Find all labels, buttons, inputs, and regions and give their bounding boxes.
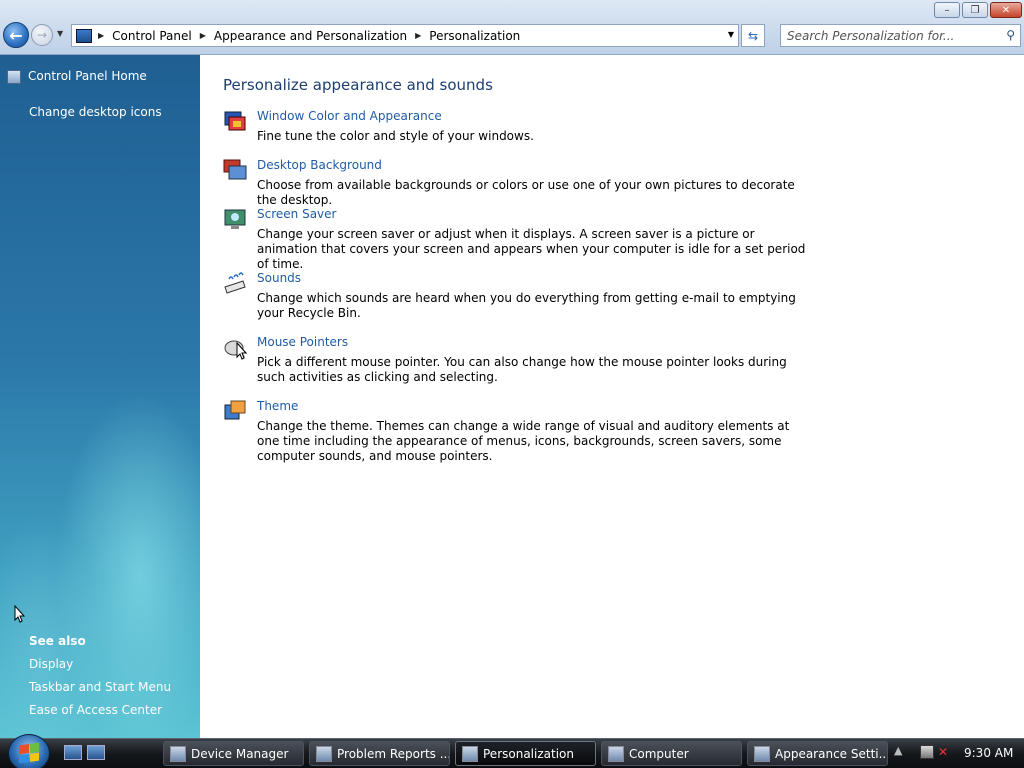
see-also-ease-of-access-link[interactable]: Ease of Access Center: [29, 703, 162, 717]
task-pane: Control Panel Home Change desktop icons …: [0, 55, 200, 738]
computer-icon: [608, 745, 624, 762]
breadcrumb-appearance[interactable]: Appearance and Personalization: [214, 29, 407, 43]
sounds-icon: [224, 272, 246, 294]
taskbar-button-label: Device Manager: [191, 746, 289, 761]
mouse-cursor-icon: [236, 342, 248, 360]
theme-link[interactable]: Theme: [257, 399, 298, 413]
taskbar-appearance-settings[interactable]: Appearance Setti...: [747, 741, 888, 766]
page-title: Personalize appearance and sounds: [223, 76, 493, 94]
control-panel-home-link[interactable]: Control Panel Home: [28, 69, 147, 83]
taskbar-button-label: Problem Reports ...: [337, 746, 450, 761]
address-dropdown-icon[interactable]: ▼: [728, 30, 734, 39]
desktop-background-link[interactable]: Desktop Background: [257, 158, 382, 172]
window-color-description: Fine tune the color and style of your wi…: [257, 129, 534, 143]
volume-muted-icon[interactable]: ✕: [938, 745, 952, 759]
control-panel-icon: [76, 28, 92, 43]
problem-reports-icon: [316, 745, 332, 762]
chevron-right-icon[interactable]: ▶: [98, 31, 104, 40]
switch-windows-icon[interactable]: [87, 745, 105, 760]
device-manager-icon: [170, 745, 186, 762]
maximize-button[interactable]: ❐: [962, 2, 988, 18]
taskbar-button-label: Personalization: [483, 746, 574, 761]
start-button[interactable]: [8, 734, 50, 768]
back-button[interactable]: ←: [3, 22, 29, 48]
control-panel-home-icon: [7, 70, 21, 84]
screen-saver-description: Change your screen saver or adjust when …: [257, 227, 806, 271]
change-desktop-icons-link[interactable]: Change desktop icons: [29, 105, 162, 119]
taskbar-button-label: Appearance Setti...: [775, 746, 888, 761]
sounds-link[interactable]: Sounds: [257, 271, 301, 285]
desktop-background-description: Choose from available backgrounds or col…: [257, 178, 795, 207]
clock[interactable]: 9:30 AM: [964, 746, 1013, 760]
window-color-icon: [224, 111, 246, 131]
show-desktop-icon[interactable]: [64, 745, 82, 760]
search-icon[interactable]: ⚲: [1006, 28, 1015, 42]
chevron-right-icon[interactable]: ▶: [415, 31, 421, 40]
main-content: Personalize appearance and sounds Window…: [200, 55, 1024, 738]
mouse-pointers-description: Pick a different mouse pointer. You can …: [257, 355, 787, 384]
breadcrumb-control-panel[interactable]: Control Panel: [112, 29, 192, 43]
arrow-left-icon: ←: [9, 25, 23, 45]
taskbar-computer[interactable]: Computer: [601, 741, 742, 766]
theme-description: Change the theme. Themes can change a wi…: [257, 419, 790, 463]
forward-button[interactable]: →: [31, 24, 53, 46]
mouse-pointers-link[interactable]: Mouse Pointers: [257, 335, 348, 349]
mouse-cursor-icon: [14, 605, 26, 623]
minimize-button[interactable]: –: [934, 2, 960, 18]
see-also-taskbar-link[interactable]: Taskbar and Start Menu: [29, 680, 171, 694]
see-also-display-link[interactable]: Display: [29, 657, 73, 671]
taskbar-personalization[interactable]: Personalization: [455, 741, 596, 766]
taskbar-problem-reports[interactable]: Problem Reports ...: [309, 741, 450, 766]
network-icon[interactable]: [920, 745, 934, 759]
window-controls: – ❐ ✕: [934, 2, 1022, 18]
search-input[interactable]: [787, 28, 997, 43]
appearance-settings-icon: [754, 745, 770, 762]
taskbar-device-manager[interactable]: Device Manager: [163, 741, 304, 766]
refresh-icon: ⇆: [747, 28, 759, 43]
sounds-description: Change which sounds are heard when you d…: [257, 291, 796, 320]
notification-area: ▲ ✕ 9:30 AM: [890, 741, 1024, 766]
breadcrumb: ▶ Control Panel ▶ Appearance and Persona…: [98, 29, 528, 43]
see-also-heading: See also: [29, 634, 86, 648]
close-button[interactable]: ✕: [990, 2, 1022, 18]
windows-logo-icon: [19, 742, 39, 764]
personalization-icon: [462, 745, 478, 762]
screen-saver-icon: [224, 209, 246, 229]
address-bar[interactable]: ▶ Control Panel ▶ Appearance and Persona…: [71, 24, 739, 47]
taskbar-button-label: Computer: [629, 746, 689, 761]
window-color-link[interactable]: Window Color and Appearance: [257, 109, 442, 123]
screen-saver-link[interactable]: Screen Saver: [257, 207, 336, 221]
recent-pages-dropdown[interactable]: ▼: [57, 29, 63, 38]
theme-icon: [224, 400, 246, 420]
search-box[interactable]: ⚲: [780, 24, 1021, 47]
arrow-right-icon: →: [36, 28, 48, 42]
chevron-right-icon[interactable]: ▶: [200, 31, 206, 40]
desktop-background-icon: [223, 159, 247, 180]
refresh-button[interactable]: ⇆: [741, 24, 765, 47]
breadcrumb-personalization[interactable]: Personalization: [429, 29, 520, 43]
show-hidden-icons-icon[interactable]: ▲: [894, 744, 902, 757]
